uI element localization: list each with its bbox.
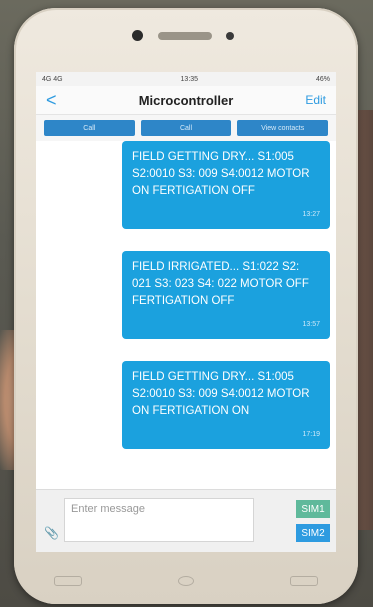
phone-body: 4G 4G 13:35 46% < Microcontroller Edit C…	[14, 8, 358, 604]
front-camera	[132, 30, 143, 41]
proximity-sensor	[226, 32, 234, 40]
page-title: Microcontroller	[138, 92, 234, 108]
message-bubble[interactable]: FIELD GETTING DRY... S1:005 S2:0010 S3: …	[122, 141, 330, 229]
status-bar: 4G 4G 13:35 46%	[36, 72, 336, 86]
message-time: 17:19	[302, 431, 320, 438]
title-bar: < Microcontroller Edit	[36, 86, 336, 115]
message-text: FIELD GETTING DRY... S1:005 S2:0010 S3: …	[132, 371, 310, 417]
send-sim2-button[interactable]: SIM2	[296, 524, 330, 542]
menu-key-icon[interactable]	[54, 576, 82, 586]
message-text: FIELD GETTING DRY... S1:005 S2:0010 S3: …	[132, 151, 310, 197]
message-time: 13:27	[302, 211, 320, 218]
earpiece-speaker	[158, 32, 212, 40]
message-time: 13:57	[302, 321, 320, 328]
screen: 4G 4G 13:35 46% < Microcontroller Edit C…	[36, 72, 336, 552]
call-button-1[interactable]: Call	[44, 120, 135, 136]
message-text: FIELD IRRIGATED... S1:022 S2: 021 S3: 02…	[132, 261, 309, 307]
back-key-icon[interactable]	[290, 576, 318, 586]
view-contacts-button[interactable]: View contacts	[237, 120, 329, 136]
message-list: FIELD GETTING DRY... S1:005 S2:0010 S3: …	[36, 141, 336, 449]
message-bubble[interactable]: FIELD GETTING DRY... S1:005 S2:0010 S3: …	[122, 361, 330, 449]
message-bubble[interactable]: FIELD IRRIGATED... S1:022 S2: 021 S3: 02…	[122, 251, 330, 339]
action-row: Call Call View contacts	[36, 115, 336, 141]
hardware-navbar	[54, 574, 318, 588]
attachment-icon[interactable]: 📎	[44, 526, 59, 540]
call-button-2[interactable]: Call	[140, 120, 232, 136]
status-signal: 4G 4G	[42, 75, 63, 83]
status-time: 13:35	[180, 75, 199, 83]
home-key-icon[interactable]	[178, 576, 194, 586]
message-input[interactable]: Enter message	[64, 498, 254, 542]
send-sim1-button[interactable]: SIM1	[296, 500, 330, 518]
edit-button[interactable]: Edit	[298, 93, 326, 107]
composer-bar: 📎 Enter message SIM1 SIM2	[36, 489, 336, 552]
back-icon[interactable]: <	[46, 90, 74, 111]
status-battery: 46%	[315, 75, 330, 83]
